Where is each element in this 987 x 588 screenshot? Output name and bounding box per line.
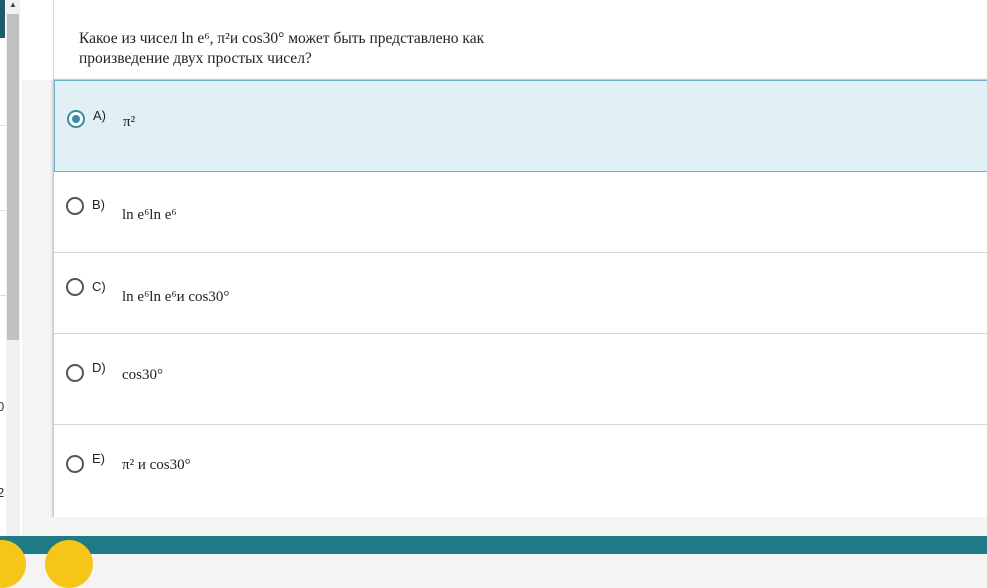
accent-bar (0, 0, 5, 38)
radio-button[interactable] (66, 455, 84, 473)
edge-divider (0, 295, 6, 296)
scroll-thumb[interactable] (7, 14, 19, 340)
edge-divider (0, 125, 6, 126)
edge-number: 0 (0, 399, 5, 414)
option-text: ln e⁶ln e⁶ (122, 207, 177, 223)
option-c[interactable]: C) ln e⁶ln e⁶и cos30° (54, 253, 987, 334)
scroll-up-arrow-icon[interactable]: ▲ (9, 0, 17, 10)
option-a[interactable]: A) π² (54, 80, 987, 172)
option-text: cos30° (122, 367, 163, 383)
footer-gap (22, 517, 987, 536)
option-letter: A) (93, 108, 106, 123)
option-letter: E) (92, 451, 105, 466)
radio-button[interactable] (66, 278, 84, 296)
option-d[interactable]: D) cos30° (54, 334, 987, 425)
question-text: Какое из чисел ln e⁶, π²и cos30° может б… (79, 30, 485, 67)
radio-button-checked[interactable] (67, 110, 85, 128)
radio-button[interactable] (66, 364, 84, 382)
option-text: π² (123, 114, 136, 130)
option-b[interactable]: B) ln e⁶ln e⁶ (54, 172, 987, 253)
answer-options-card: A) π² B) ln e⁶ln e⁶ C) ln e⁶ln e⁶и cos30… (53, 79, 987, 517)
option-text: π² и cos30° (122, 457, 191, 473)
radio-button[interactable] (66, 197, 84, 215)
question-border (53, 0, 54, 80)
edge-number: 2 (0, 485, 5, 500)
option-e[interactable]: E) π² и cos30° (54, 425, 987, 517)
bottom-toolbar (0, 536, 987, 554)
option-letter: D) (92, 360, 106, 375)
yellow-badge-icon[interactable] (45, 540, 93, 588)
option-text: ln e⁶ln e⁶и cos30° (122, 289, 230, 305)
option-letter: C) (92, 279, 106, 294)
option-letter: B) (92, 197, 105, 212)
edge-divider (0, 210, 6, 211)
